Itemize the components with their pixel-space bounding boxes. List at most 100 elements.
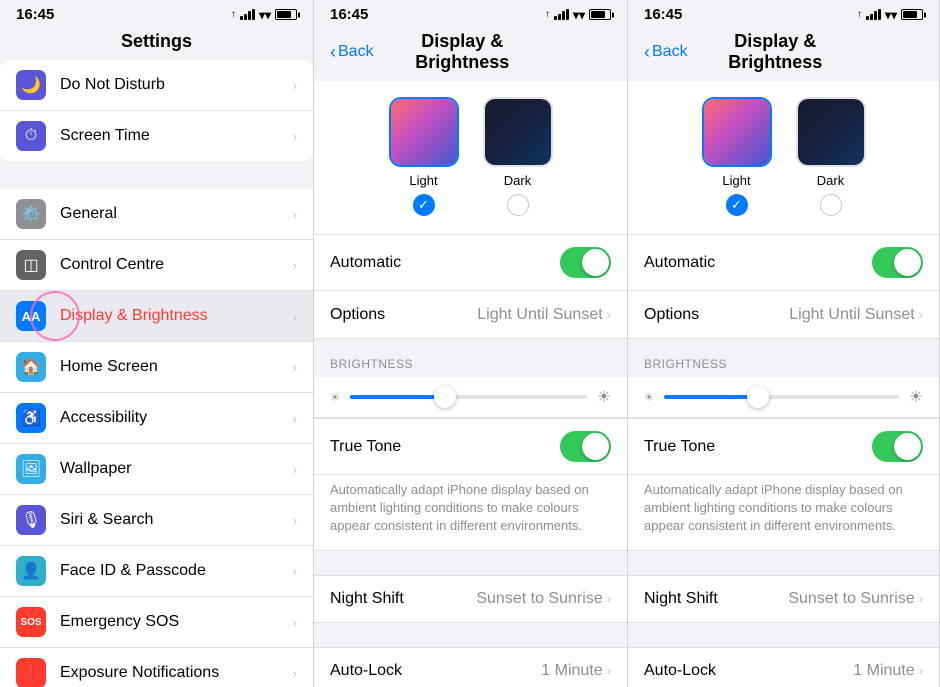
signal-bar-l1 — [554, 16, 557, 20]
dark-label-left: Dark — [504, 173, 531, 188]
settings-item-general[interactable]: ⚙️ General › — [0, 189, 313, 240]
autolock-chevron-left: › — [607, 663, 611, 678]
settings-panel: 16:45 ↑ ▾▾ Settings — [0, 0, 314, 687]
nightshift-label-left: Night Shift — [330, 590, 476, 608]
truetone-toggle-left[interactable] — [560, 431, 611, 462]
screen-time-icon: ⏱ — [16, 121, 46, 151]
wallpaper-chevron: › — [293, 462, 297, 477]
nightshift-row-left[interactable]: Night Shift Sunset to Sunrise › — [314, 575, 627, 623]
settings-item-emergency-sos[interactable]: SOS Emergency SOS › — [0, 597, 313, 648]
options-value-right: Light Until Sunset — [789, 306, 914, 324]
brightness-header-left: BRIGHTNESS — [314, 339, 627, 377]
status-time: 16:45 — [16, 6, 54, 23]
location-icon-right: ↑ — [857, 9, 862, 20]
brightness-row-left[interactable]: ☀ ☀ — [314, 377, 627, 418]
settings-item-accessibility[interactable]: ♿ Accessibility › — [0, 393, 313, 444]
back-button-right[interactable]: ‹ Back — [644, 42, 688, 63]
signal-bar-1 — [240, 16, 243, 20]
autolock-row-left[interactable]: Auto-Lock 1 Minute › — [314, 647, 627, 687]
exposure-chevron: › — [293, 666, 297, 681]
do-not-disturb-label: Do Not Disturb — [60, 76, 293, 94]
settings-item-control-centre[interactable]: ◫ Control Centre › — [0, 240, 313, 291]
options-row-left[interactable]: Options Light Until Sunset › — [314, 291, 627, 339]
nightshift-label-right: Night Shift — [644, 590, 788, 608]
dark-thumbnail-right — [796, 97, 866, 167]
nightshift-row-right[interactable]: Night Shift Sunset to Sunrise › — [628, 575, 939, 623]
back-button-left[interactable]: ‹ Back — [330, 42, 374, 63]
status-bar: 16:45 ↑ ▾▾ — [0, 0, 313, 27]
mode-dark-left[interactable]: Dark — [483, 97, 553, 216]
settings-item-home-screen[interactable]: 🏠 Home Screen › — [0, 342, 313, 393]
light-thumbnail-right — [702, 97, 772, 167]
display-panel-left: 16:45 ↑ ▾▾ ‹ Back Display & — [314, 0, 628, 687]
autolock-row-right[interactable]: Auto-Lock 1 Minute › — [628, 647, 939, 687]
options-label-right: Options — [644, 306, 789, 324]
brightness-row-right[interactable]: ☀ ☀ — [628, 377, 939, 418]
dark-thumb-right — [798, 99, 864, 165]
battery-icon-right — [901, 9, 923, 20]
mode-light-left[interactable]: Light ✓ — [389, 97, 459, 216]
emergency-sos-icon: SOS — [16, 607, 46, 637]
autolock-label-right: Auto-Lock — [644, 662, 853, 680]
mode-dark-right[interactable]: Dark — [796, 97, 866, 216]
status-bar-left: 16:45 ↑ ▾▾ — [314, 0, 627, 27]
light-check-right: ✓ — [726, 194, 748, 216]
control-centre-icon: ◫ — [16, 250, 46, 280]
truetone-desc-right: Automatically adapt iPhone display based… — [628, 475, 939, 551]
control-centre-label: Control Centre — [60, 256, 293, 274]
autolock-label-left: Auto-Lock — [330, 662, 541, 680]
nightshift-chevron-right: › — [919, 591, 923, 606]
truetone-toggle-right[interactable] — [872, 431, 923, 462]
signal-bars — [240, 9, 255, 20]
screen-time-chevron: › — [293, 129, 297, 144]
nightshift-value-left: Sunset to Sunrise — [476, 590, 602, 608]
settings-item-wallpaper[interactable]: 🖼 Wallpaper › — [0, 444, 313, 495]
settings-item-display-brightness[interactable]: AA Display & Brightness › — [0, 291, 313, 342]
signal-bar-l3 — [562, 11, 565, 20]
settings-item-exposure[interactable]: ❗ Exposure Notifications › — [0, 648, 313, 687]
siri-search-chevron: › — [293, 513, 297, 528]
light-label-left: Light — [409, 173, 437, 188]
settings-section-1: 🌙 Do Not Disturb › ⏱ Screen Time › — [0, 60, 313, 161]
dark-label-right: Dark — [817, 173, 844, 188]
display-brightness-icon: AA — [16, 301, 46, 331]
screen-time-label: Screen Time — [60, 127, 293, 145]
settings-item-siri-search[interactable]: 🎙 Siri & Search › — [0, 495, 313, 546]
brightness-slider-right[interactable] — [664, 395, 899, 399]
wallpaper-icon: 🖼 — [16, 454, 46, 484]
face-id-icon: 👤 — [16, 556, 46, 586]
display-brightness-chevron: › — [293, 309, 297, 324]
signal-bar-2 — [244, 14, 247, 20]
wifi-icon-left: ▾▾ — [573, 8, 585, 22]
settings-item-face-id[interactable]: 👤 Face ID & Passcode › — [0, 546, 313, 597]
automatic-toggle-left[interactable] — [560, 247, 611, 278]
settings-title: Settings — [16, 31, 297, 52]
signal-bars-right — [866, 9, 881, 20]
options-row-right[interactable]: Options Light Until Sunset › — [628, 291, 939, 339]
home-screen-label: Home Screen — [60, 358, 293, 376]
face-id-chevron: › — [293, 564, 297, 579]
brightness-fill-right — [664, 395, 758, 399]
siri-search-label: Siri & Search — [60, 511, 293, 529]
display-content-right: Light ✓ Dark Automatic — [628, 81, 939, 687]
home-screen-icon: 🏠 — [16, 352, 46, 382]
truetone-thumb-right — [894, 433, 921, 460]
nav-bar-left: ‹ Back Display & Brightness — [314, 27, 627, 81]
mode-light-right[interactable]: Light ✓ — [702, 97, 772, 216]
general-label: General — [60, 205, 293, 223]
back-label-left: Back — [338, 43, 374, 61]
settings-item-screen-time[interactable]: ⏱ Screen Time › — [0, 111, 313, 161]
settings-scroll[interactable]: 🌙 Do Not Disturb › ⏱ Screen Time › ⚙️ Ge… — [0, 60, 313, 687]
accessibility-label: Accessibility — [60, 409, 293, 427]
status-time-left: 16:45 — [330, 6, 368, 23]
brightness-fill-left — [350, 395, 445, 399]
brightness-icon-sm-left: ☀ — [330, 391, 340, 404]
back-chevron-left: ‹ — [330, 42, 336, 63]
brightness-header-right: BRIGHTNESS — [628, 339, 939, 377]
battery-fill — [277, 11, 291, 18]
signal-bar-r2 — [870, 14, 873, 20]
brightness-slider-left[interactable] — [350, 395, 587, 399]
automatic-toggle-right[interactable] — [872, 247, 923, 278]
settings-item-do-not-disturb[interactable]: 🌙 Do Not Disturb › — [0, 60, 313, 111]
truetone-label-right: True Tone — [644, 438, 872, 456]
